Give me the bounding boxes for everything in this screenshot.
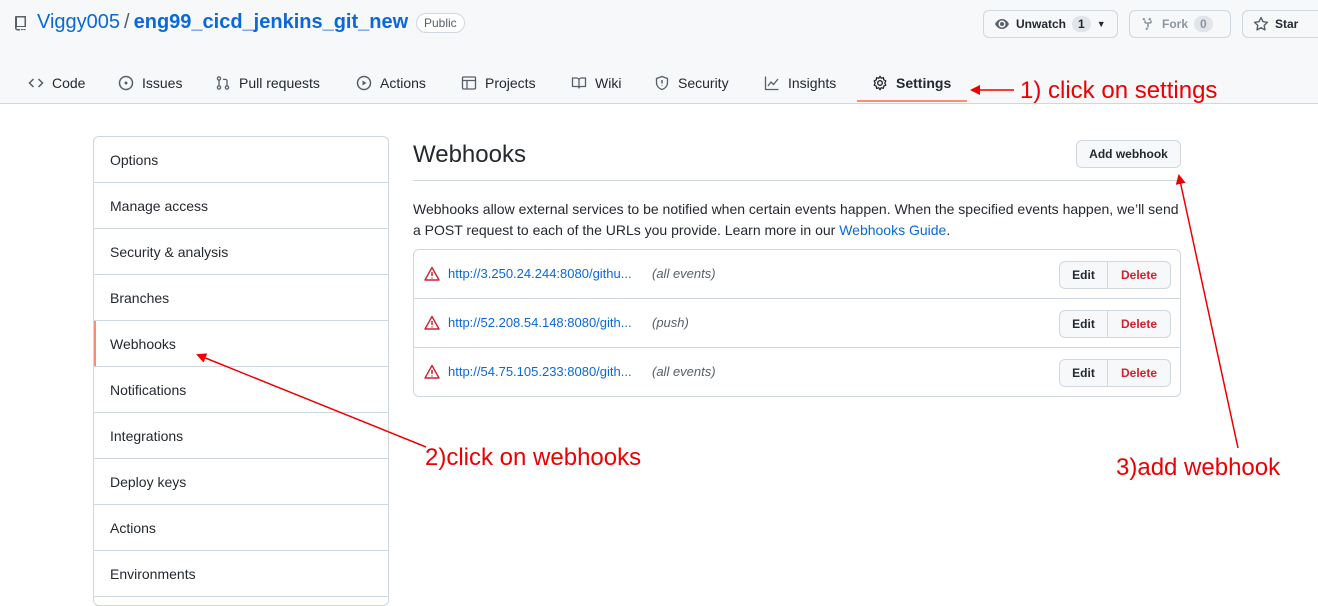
sidebar-item-options[interactable]: Options — [94, 137, 388, 183]
fork-icon — [1142, 18, 1152, 31]
repo-owner-link[interactable]: Viggy005 — [37, 11, 120, 33]
tab-label: Code — [52, 75, 86, 91]
webhook-row: http://3.250.24.244:8080/githu... (all e… — [414, 250, 1180, 299]
tab-security[interactable]: Security — [654, 62, 729, 104]
tab-label: Insights — [788, 75, 837, 91]
webhook-events: (all events) — [652, 266, 716, 281]
pull-request-icon — [216, 76, 230, 90]
add-webhook-button[interactable]: Add webhook — [1076, 140, 1181, 168]
delete-button[interactable]: Delete — [1108, 311, 1170, 337]
tab-issues[interactable]: Issues — [118, 62, 182, 104]
sidebar-item-security-analysis[interactable]: Security & analysis — [94, 229, 388, 275]
unwatch-label: Unwatch — [1016, 17, 1067, 31]
delete-button[interactable]: Delete — [1108, 262, 1170, 288]
repo-icon — [15, 16, 26, 31]
tab-label: Actions — [380, 75, 426, 91]
description-text: Webhooks allow external services to be n… — [413, 201, 1179, 238]
edit-button[interactable]: Edit — [1060, 262, 1108, 288]
annotation-arrow-add-webhook — [1175, 174, 1239, 449]
webhook-row: http://52.208.54.148:8080/gith... (push)… — [414, 299, 1180, 348]
tab-label: Pull requests — [239, 75, 320, 91]
webhooks-description: Webhooks allow external services to be n… — [413, 199, 1183, 241]
webhook-actions: Edit Delete — [1059, 310, 1171, 338]
graph-icon — [764, 76, 779, 91]
webhook-events: (push) — [652, 315, 689, 330]
issue-icon — [118, 75, 134, 91]
webhook-actions: Edit Delete — [1059, 261, 1171, 289]
webhook-events: (all events) — [652, 364, 716, 379]
tab-label: Wiki — [595, 75, 622, 91]
webhooks-guide-link[interactable]: Webhooks Guide — [839, 222, 946, 238]
tab-projects[interactable]: Projects — [461, 62, 536, 104]
gear-icon — [873, 75, 887, 91]
annotation-step-1: 1) click on settings — [1020, 77, 1218, 104]
sidebar-item-branches[interactable]: Branches — [94, 275, 388, 321]
eye-icon — [995, 19, 1009, 29]
star-button[interactable]: Star — [1242, 10, 1318, 38]
alert-icon — [424, 315, 440, 330]
description-end: . — [946, 222, 951, 238]
tab-actions[interactable]: Actions — [356, 62, 426, 104]
webhook-url[interactable]: http://3.250.24.244:8080/githu... — [448, 266, 632, 281]
webhook-url[interactable]: http://54.75.105.233:8080/gith... — [448, 364, 632, 379]
sidebar-item-deploy-keys[interactable]: Deploy keys — [94, 459, 388, 505]
annotation-step-3: 3)add webhook — [1116, 454, 1281, 481]
title-divider — [413, 180, 1181, 181]
sidebar-item-environments[interactable]: Environments — [94, 551, 388, 597]
webhook-list: http://3.250.24.244:8080/githu... (all e… — [413, 249, 1181, 397]
sidebar-item-actions[interactable]: Actions — [94, 505, 388, 551]
star-icon — [1253, 16, 1269, 31]
webhook-url[interactable]: http://52.208.54.148:8080/gith... — [448, 315, 632, 330]
table-icon — [461, 76, 477, 90]
tab-wiki[interactable]: Wiki — [571, 62, 621, 104]
code-icon — [28, 78, 44, 88]
alert-icon — [424, 364, 440, 379]
repo-title: Viggy005/eng99_cicd_jenkins_git_new — [37, 11, 408, 34]
active-tab-indicator — [857, 100, 967, 102]
tab-code[interactable]: Code — [28, 62, 85, 104]
fork-label: Fork — [1162, 17, 1189, 31]
tab-pull-requests[interactable]: Pull requests — [215, 62, 320, 104]
tab-label: Issues — [142, 75, 183, 91]
tab-label: Settings — [896, 75, 952, 91]
tab-insights[interactable]: Insights — [764, 62, 836, 104]
sidebar-item-integrations[interactable]: Integrations — [94, 413, 388, 459]
chevron-down-icon: ▼ — [1096, 19, 1106, 29]
fork-count: 0 — [1194, 16, 1213, 32]
fork-button[interactable]: Fork 0 — [1129, 10, 1231, 38]
tab-label: Projects — [485, 75, 536, 91]
edit-button[interactable]: Edit — [1060, 311, 1108, 337]
delete-button[interactable]: Delete — [1108, 360, 1170, 386]
tab-settings[interactable]: Settings — [872, 62, 951, 104]
sidebar-item-notifications[interactable]: Notifications — [94, 367, 388, 413]
unwatch-button[interactable]: Unwatch 1 ▼ — [983, 10, 1118, 38]
star-label: Star — [1275, 17, 1299, 31]
sidebar-item-webhooks[interactable]: Webhooks — [94, 321, 388, 367]
tab-label: Security — [678, 75, 729, 91]
shield-icon — [655, 75, 669, 91]
repo-separator: / — [124, 11, 130, 33]
webhook-actions: Edit Delete — [1059, 359, 1171, 387]
sidebar-item-manage-access[interactable]: Manage access — [94, 183, 388, 229]
annotation-step-2: 2)click on webhooks — [425, 444, 642, 471]
watch-count: 1 — [1072, 16, 1091, 32]
repo-name-link[interactable]: eng99_cicd_jenkins_git_new — [134, 11, 409, 33]
settings-sidebar: Options Manage access Security & analysi… — [93, 136, 389, 606]
visibility-badge: Public — [416, 13, 465, 33]
webhook-row: http://54.75.105.233:8080/gith... (all e… — [414, 348, 1180, 396]
play-icon — [356, 75, 372, 91]
page-title: Webhooks — [413, 141, 526, 168]
book-icon — [571, 77, 587, 89]
alert-icon — [424, 266, 440, 281]
edit-button[interactable]: Edit — [1060, 360, 1108, 386]
